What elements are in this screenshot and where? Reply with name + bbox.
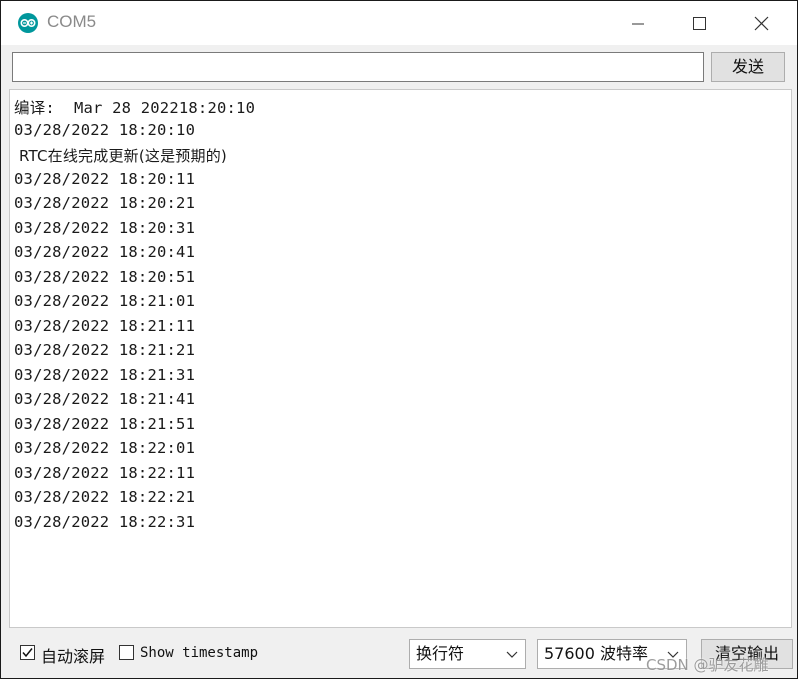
arduino-logo-icon (18, 13, 38, 33)
output-line: 03/28/2022 18:21:41 (14, 390, 196, 408)
output-line: 03/28/2022 18:20:31 (14, 219, 196, 237)
checkmark-icon (22, 648, 33, 658)
output-line: 03/28/2022 18:22:21 (14, 488, 196, 506)
maximize-button[interactable] (669, 1, 729, 45)
output-line: 编译: Mar 28 202218:20:10 (14, 99, 256, 117)
close-icon (754, 16, 769, 31)
output-line: 03/28/2022 18:20:41 (14, 243, 196, 261)
output-line: 03/28/2022 18:20:21 (14, 194, 196, 212)
line-ending-value: 换行符 (416, 644, 465, 663)
output-line: 03/28/2022 18:22:11 (14, 464, 196, 482)
watermark: CSDN @驴友花雕 (646, 656, 769, 674)
show-timestamp-label[interactable]: Show timestamp (140, 645, 258, 661)
output-line: 03/28/2022 18:21:11 (14, 317, 196, 335)
serial-monitor-window: COM5 发送 编译: Mar 28 202218:20:10 03/28/20… (0, 0, 798, 679)
output-line: 03/28/2022 18:21:01 (14, 292, 196, 310)
minimize-icon (632, 23, 644, 25)
maximize-icon (693, 17, 706, 30)
close-button[interactable] (731, 1, 791, 45)
output-line: 03/28/2022 18:20:51 (14, 268, 196, 286)
autoscroll-label[interactable]: 自动滚屏 (41, 643, 105, 667)
title-bar[interactable]: COM5 (1, 1, 797, 45)
chevron-down-icon (506, 651, 518, 658)
serial-output[interactable]: 编译: Mar 28 202218:20:10 03/28/2022 18:20… (9, 89, 792, 628)
output-line: 03/28/2022 18:21:21 (14, 341, 196, 359)
baud-rate-value: 57600 波特率 (544, 644, 648, 663)
window-title: COM5 (47, 12, 97, 31)
output-line: 03/28/2022 18:21:51 (14, 415, 196, 433)
show-timestamp-checkbox[interactable] (119, 645, 134, 660)
output-line: 03/28/2022 18:20:10 (14, 121, 196, 139)
output-line: 03/28/2022 18:22:01 (14, 439, 196, 457)
output-line: 03/28/2022 18:22:31 (14, 513, 196, 531)
output-line: 03/28/2022 18:21:31 (14, 366, 196, 384)
send-button[interactable]: 发送 (711, 52, 785, 82)
minimize-button[interactable] (608, 1, 668, 45)
autoscroll-checkbox[interactable] (20, 645, 35, 660)
output-line: 03/28/2022 18:20:11 (14, 170, 196, 188)
line-ending-select[interactable]: 换行符 (409, 639, 526, 669)
send-input[interactable] (12, 52, 704, 82)
output-line: RTC在线完成更新(这是预期的) (14, 147, 227, 165)
